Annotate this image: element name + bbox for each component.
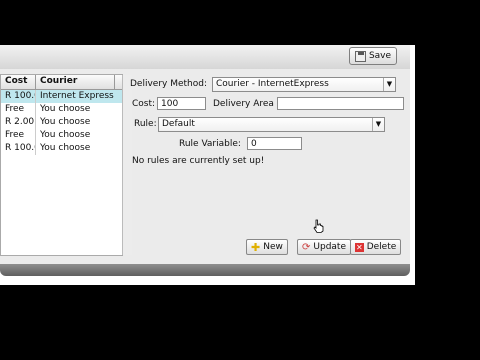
no-rules-message: No rules are currently set up! <box>132 156 265 166</box>
hand-cursor-icon <box>313 219 324 233</box>
update-label: Update <box>313 242 346 252</box>
cell-courier: Internet Express <box>40 91 114 101</box>
table-row[interactable]: Free You choose <box>1 103 122 116</box>
update-button[interactable]: ⟳ Update <box>297 239 351 255</box>
new-button[interactable]: ✚ New <box>246 239 288 255</box>
cell-cost: Free <box>1 129 36 142</box>
delivery-method-value: Courier - InternetExpress <box>216 79 329 89</box>
plus-icon: ✚ <box>251 240 261 254</box>
delivery-methods-table: Cost Courier R 100.0 Internet Express Free… <box>0 74 132 256</box>
refresh-icon: ⟳ <box>302 241 311 253</box>
delivery-method-select[interactable]: Courier - InternetExpress ▼ <box>212 77 396 92</box>
rule-label: Rule: <box>134 119 157 129</box>
column-header-cost[interactable]: Cost <box>1 75 36 89</box>
delivery-area-field[interactable] <box>277 97 404 110</box>
rule-variable-field[interactable]: 0 <box>247 137 302 150</box>
table-row[interactable]: R 2.00 You choose <box>1 116 122 129</box>
delete-icon: ✕ <box>355 242 364 252</box>
cell-courier: You choose <box>40 130 91 140</box>
table-row[interactable]: R 100.0 You choose <box>1 142 122 155</box>
panel-footer-bar <box>0 264 410 276</box>
delivery-form: Delivery Method: Courier - InternetExpre… <box>128 74 410 264</box>
rule-variable-label: Rule Variable: <box>179 139 241 149</box>
new-label: New <box>263 242 283 252</box>
shipping-panel: Save Cost Courier R 100.0 Internet Expres… <box>0 45 415 285</box>
content-area: Cost Courier R 100.0 Internet Express Free… <box>0 69 410 264</box>
save-icon <box>354 50 366 62</box>
cost-field[interactable]: 100 <box>157 97 206 110</box>
cell-courier: You choose <box>40 143 91 153</box>
delivery-method-label: Delivery Method: <box>130 79 208 89</box>
cost-label: Cost: <box>132 99 156 109</box>
chevron-down-icon[interactable]: ▼ <box>372 118 384 131</box>
delete-button[interactable]: ✕ Delete <box>350 239 402 255</box>
table-row[interactable]: Free You choose <box>1 129 122 142</box>
save-button[interactable]: Save <box>349 47 397 65</box>
table-header: Cost Courier <box>1 75 122 90</box>
cell-courier: You choose <box>40 104 91 114</box>
cell-cost: Free <box>1 103 36 116</box>
column-header-courier[interactable]: Courier <box>36 75 115 89</box>
cell-cost: R 100.0 <box>1 90 36 103</box>
rule-value: Default <box>162 119 195 129</box>
save-label: Save <box>368 51 392 61</box>
cell-cost: R 2.00 <box>1 116 36 129</box>
cell-cost: R 100.0 <box>1 142 36 155</box>
cell-courier: You choose <box>40 117 91 127</box>
delete-label: Delete <box>366 242 397 252</box>
chevron-down-icon[interactable]: ▼ <box>383 78 395 91</box>
table-row[interactable]: R 100.0 Internet Express <box>1 90 122 103</box>
rule-select[interactable]: Default ▼ <box>158 117 385 132</box>
toolbar: Save <box>0 45 410 70</box>
delivery-area-label: Delivery Area <box>213 99 274 109</box>
